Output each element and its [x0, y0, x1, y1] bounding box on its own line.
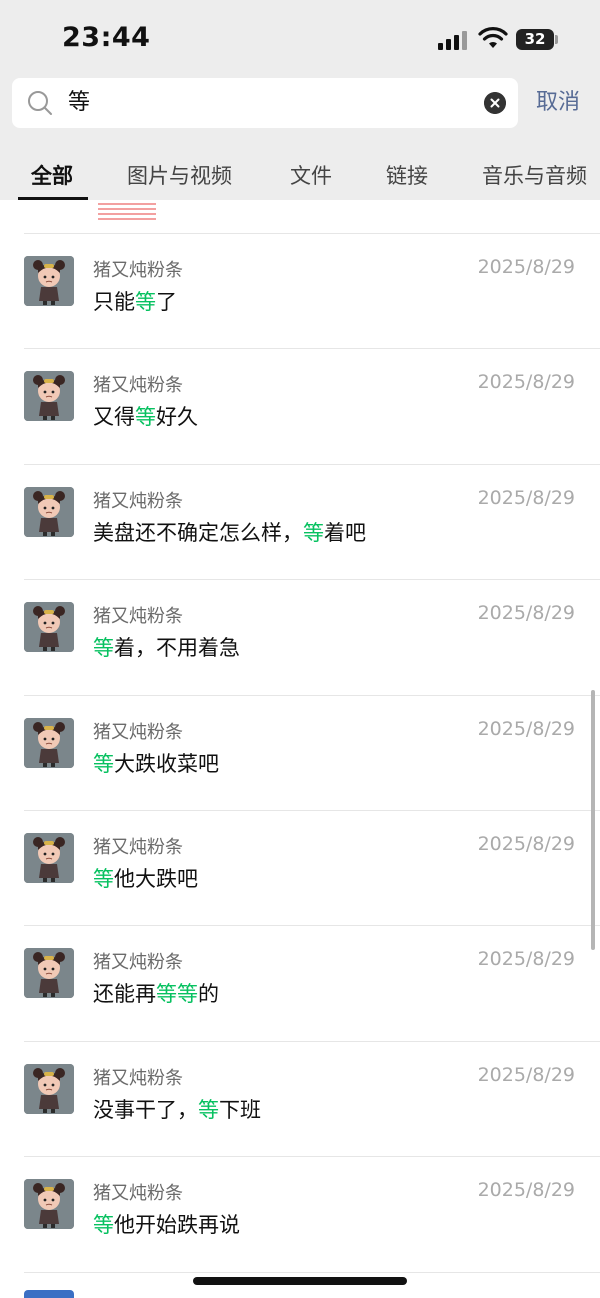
sender-name: 猪又炖粉条: [93, 721, 183, 743]
message-date: 2025/8/29: [477, 1179, 575, 1202]
avatar[interactable]: [24, 256, 74, 306]
message-text-part: 下班: [219, 1097, 261, 1122]
cellular-signal-icon: [438, 30, 468, 50]
list-item[interactable]: 猪又炖粉条 2025/8/29 没事干了，等下班: [0, 1042, 600, 1158]
keyword-highlight: 等: [303, 520, 324, 545]
message-date: 2025/8/29: [477, 486, 575, 509]
tab-images-videos[interactable]: 图片与视频: [127, 160, 232, 190]
message-text: 只能等了: [93, 286, 177, 316]
list-item[interactable]: 猪又炖粉条 2025/8/29 等着，不用着急: [0, 580, 600, 696]
message-text: 又得等好久: [93, 401, 198, 431]
sender-name: 猪又炖粉条: [93, 837, 183, 858]
list-item[interactable]: 猪又炖粉条 2025/8/29 等他开始跌再说: [0, 1157, 600, 1273]
keyword-highlight: 等: [135, 405, 156, 430]
message-text-part: 只能: [93, 290, 135, 314]
message-text-part: 了: [156, 290, 177, 314]
wifi-icon: [478, 27, 508, 48]
avatar[interactable]: [24, 948, 74, 999]
keyword-highlight: 等等: [156, 982, 198, 1007]
message-text-part: 大跌收菜吧: [114, 751, 219, 776]
keyword-highlight: 等: [198, 1097, 219, 1122]
message-text-part: 美盘还不确定怎么样，: [93, 520, 303, 545]
list-item[interactable]: 猪又炖粉条 2025/8/29 等大跌收菜吧: [0, 696, 600, 811]
message-date: 2025/8/29: [477, 717, 575, 740]
message-text-part: 好久: [156, 405, 198, 430]
sender-name: 猪又炖粉条: [93, 952, 183, 974]
keyword-highlight: 等: [135, 290, 156, 314]
sender-name: 猪又炖粉条: [93, 490, 183, 512]
message-date: 2025/8/29: [477, 602, 575, 625]
message-text-part: 的: [198, 982, 219, 1007]
message-date: 2025/8/29: [477, 371, 575, 394]
previous-result-thumbnail[interactable]: [96, 200, 158, 228]
avatar[interactable]: [24, 833, 74, 883]
clear-icon[interactable]: [484, 92, 506, 114]
divider: [24, 1271, 600, 1273]
message-text: 美盘还不确定怎么样，等着吧: [93, 517, 366, 547]
tab-all[interactable]: 全部: [31, 160, 73, 190]
message-date: 2025/8/29: [477, 1063, 575, 1086]
active-tab-indicator: [18, 197, 88, 200]
keyword-highlight: 等: [93, 867, 114, 891]
status-bar: 23:44 32: [0, 0, 600, 78]
message-text-part: 没事干了，: [93, 1097, 198, 1122]
avatar[interactable]: [24, 486, 74, 537]
list-item[interactable]: 猪又炖粉条 2025/8/29 美盘还不确定怎么样，等着吧: [0, 465, 600, 581]
message-text-part: 着吧: [324, 520, 366, 545]
message-date: 2025/8/29: [477, 833, 575, 855]
sender-name: 猪又炖粉条: [93, 1183, 183, 1205]
tab-links[interactable]: 链接: [386, 160, 428, 190]
sender-name: 猪又炖粉条: [93, 260, 183, 281]
sender-name: 猪又炖粉条: [93, 375, 183, 397]
search-icon: [28, 91, 52, 115]
message-text-part: 还能再: [93, 982, 156, 1007]
message-date: 2025/8/29: [477, 256, 575, 278]
header: 23:44 32 取消 全部 图片与视频 文件 链接: [0, 0, 600, 200]
message-text: 等他开始跌再说: [93, 1209, 240, 1239]
message-text-part: 他开始跌再说: [114, 1213, 240, 1238]
list-item[interactable]: 猪又炖粉条 2025/8/29 还能再等等的: [0, 926, 600, 1042]
list-item[interactable]: 猪又炖粉条 2025/8/29 只能等了: [0, 234, 600, 350]
search-bar[interactable]: [12, 78, 518, 128]
message-text: 等着，不用着急: [93, 632, 240, 662]
category-tabs: 全部 图片与视频 文件 链接 音乐与音频: [0, 150, 600, 200]
message-text: 等大跌收菜吧: [93, 748, 219, 778]
avatar[interactable]: [24, 1063, 74, 1114]
list-item[interactable]: 猪又炖粉条 2025/8/29 又得等好久: [0, 349, 600, 465]
tab-files[interactable]: 文件: [290, 160, 332, 190]
scrollbar[interactable]: [591, 690, 595, 950]
home-indicator[interactable]: [193, 1277, 407, 1285]
search-input[interactable]: [68, 88, 468, 118]
message-text: 没事干了，等下班: [93, 1094, 261, 1124]
list-item[interactable]: 猪又炖粉条 2025/8/29 等他大跌吧: [0, 811, 600, 927]
battery-nub: [555, 35, 558, 44]
avatar[interactable]: [24, 371, 74, 422]
avatar[interactable]: [24, 1290, 74, 1298]
keyword-highlight: 等: [93, 636, 114, 661]
avatar[interactable]: [24, 1179, 74, 1230]
battery-icon: 32: [516, 29, 554, 50]
keyword-highlight: 等: [93, 1213, 114, 1238]
avatar[interactable]: [24, 602, 74, 653]
keyword-highlight: 等: [93, 751, 114, 776]
sender-name: 猪又炖粉条: [93, 1067, 183, 1089]
message-date: 2025/8/29: [477, 948, 575, 971]
message-text: 等他大跌吧: [93, 863, 198, 893]
status-time: 23:44: [62, 22, 151, 53]
avatar[interactable]: [24, 717, 74, 768]
message-text: 还能再等等的: [93, 978, 219, 1008]
message-text-part: 他大跌吧: [114, 867, 198, 891]
tab-music-audio[interactable]: 音乐与音频: [482, 160, 587, 190]
sender-name: 猪又炖粉条: [93, 606, 183, 628]
message-text-part: 着，不用着急: [114, 636, 240, 661]
message-text-part: 又得: [93, 405, 135, 430]
cancel-button[interactable]: 取消: [536, 88, 580, 118]
